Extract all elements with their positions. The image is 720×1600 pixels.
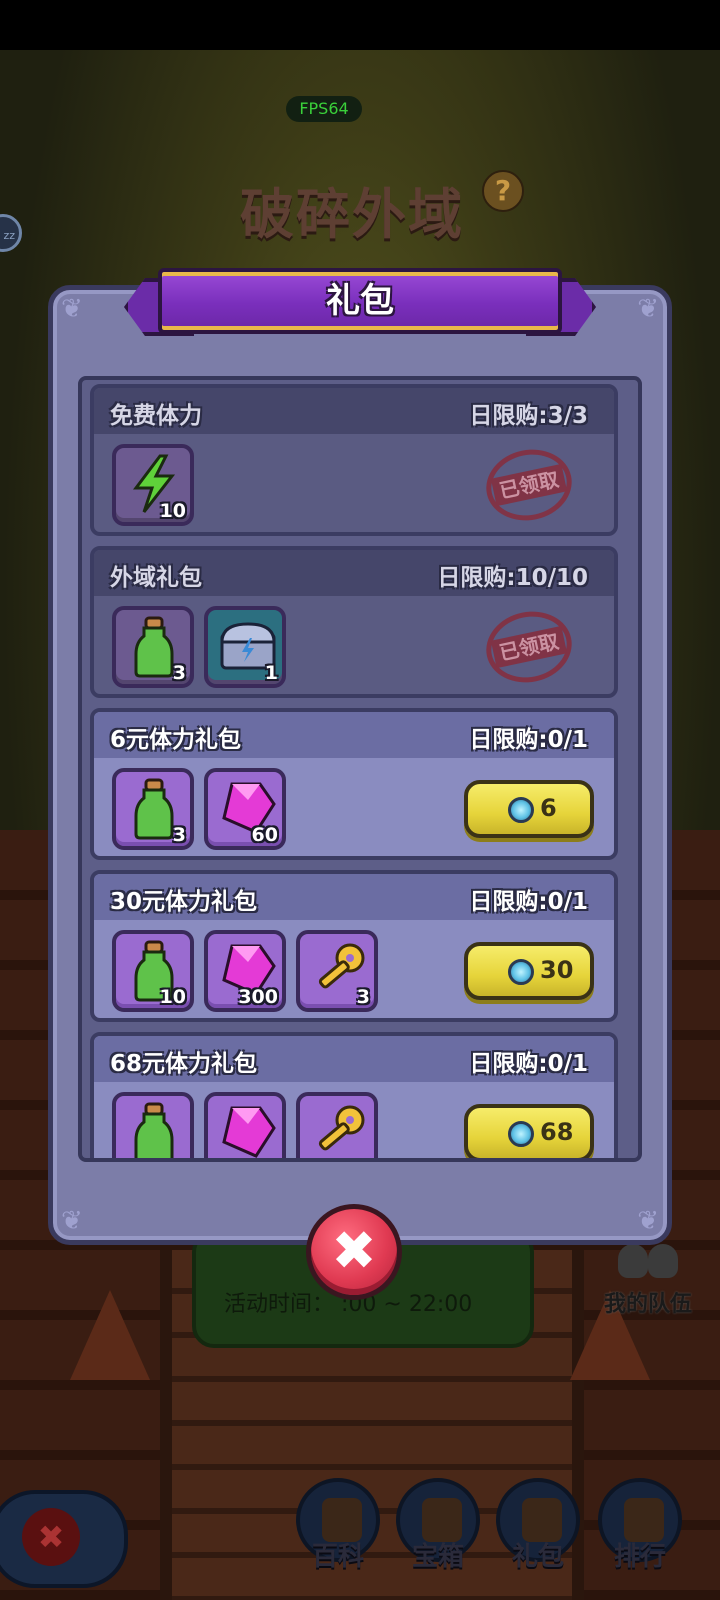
- reward-item[interactable]: 10: [112, 930, 194, 1012]
- package-card: 外域礼包 日限购:10/10 3 1 已领取: [90, 546, 618, 698]
- item-quantity: 60: [251, 824, 278, 846]
- item-quantity: 300: [238, 986, 278, 1008]
- package-limit: 日限购:10/10: [437, 565, 588, 591]
- reward-item[interactable]: 3: [296, 930, 378, 1012]
- bottom-left-panel: ✖: [0, 1490, 128, 1588]
- reward-item[interactable]: 1: [204, 606, 286, 688]
- reward-item[interactable]: 60: [204, 768, 286, 850]
- nav-label: 百科: [311, 1542, 364, 1572]
- buy-button[interactable]: 30: [464, 942, 594, 1000]
- dialog-title: 礼包: [326, 281, 394, 321]
- package-card: 免费体力 日限购:3/3 10 已领取: [90, 384, 618, 536]
- reward-item[interactable]: 300: [204, 930, 286, 1012]
- close-button[interactable]: ✖: [306, 1204, 402, 1300]
- reward-item[interactable]: 10: [112, 444, 194, 526]
- buy-button[interactable]: 6: [464, 780, 594, 838]
- item-quantity: 3: [356, 986, 370, 1008]
- package-limit: 日限购:3/3: [469, 403, 588, 429]
- fps-counter: FPS64: [286, 96, 362, 122]
- claimed-stamp: 已领取: [479, 603, 579, 691]
- price-label: 30: [540, 956, 574, 984]
- nav-label: 排行: [613, 1542, 666, 1572]
- package-name: 30元体力礼包: [110, 889, 258, 915]
- package-name: 外域礼包: [110, 565, 202, 591]
- team-label: 我的队伍: [604, 1292, 693, 1317]
- diamond-currency-icon: [508, 797, 534, 823]
- package-card: 30元体力礼包 日限购:0/1 10 300 3 30: [90, 870, 618, 1022]
- item-quantity: 1: [264, 662, 278, 684]
- nav-ranking[interactable]: 排行: [594, 1478, 686, 1573]
- package-card: 6元体力礼包 日限购:0/1 3 60 6: [90, 708, 618, 860]
- nav-encyclopedia[interactable]: 百科: [292, 1478, 384, 1573]
- item-quantity: 10: [159, 500, 186, 522]
- zone-title: 破碎外域: [240, 183, 464, 246]
- corner-ornament: ❦: [637, 294, 659, 324]
- nav-chest[interactable]: 宝箱: [392, 1478, 484, 1573]
- item-quantity: 3: [172, 662, 186, 684]
- item-quantity: 10: [159, 986, 186, 1008]
- diamond-currency-icon: [508, 1121, 534, 1147]
- reward-item[interactable]: 3: [112, 768, 194, 850]
- package-card: 68元体力礼包 日限购:0/1 68: [90, 1032, 618, 1158]
- spike-left: [70, 1290, 150, 1380]
- item-quantity: 3: [172, 824, 186, 846]
- claimed-stamp: 已领取: [479, 441, 579, 529]
- potion-icon: [134, 1102, 174, 1158]
- team-icon: [616, 1240, 680, 1284]
- reward-item[interactable]: [296, 1092, 378, 1158]
- status-bar: [0, 0, 720, 50]
- corner-ornament: ❦: [61, 294, 83, 324]
- nav-gift[interactable]: 礼包: [492, 1478, 584, 1573]
- nav-label: 礼包: [511, 1542, 564, 1572]
- package-name: 免费体力: [110, 403, 202, 429]
- package-name: 6元体力礼包: [110, 727, 242, 753]
- reward-item[interactable]: [204, 1092, 286, 1158]
- dismiss-icon[interactable]: ✖: [22, 1508, 80, 1566]
- package-list[interactable]: 免费体力 日限购:3/3 10 已领取 外域礼包 日限购:10/10 3 1 已…: [78, 376, 642, 1162]
- package-limit: 日限购:0/1: [469, 727, 588, 753]
- reward-item[interactable]: [112, 1092, 194, 1158]
- gem-icon: [222, 1106, 276, 1158]
- dialog-title-ribbon: 礼包: [158, 268, 562, 334]
- help-icon[interactable]: ?: [482, 170, 524, 212]
- corner-ornament: ❦: [61, 1206, 83, 1236]
- diamond-currency-icon: [508, 959, 534, 985]
- key-icon: [318, 1105, 365, 1151]
- package-limit: 日限购:0/1: [469, 889, 588, 915]
- reward-item[interactable]: 3: [112, 606, 194, 688]
- price-label: 68: [540, 1118, 574, 1146]
- my-team-button[interactable]: 我的队伍: [604, 1240, 692, 1318]
- package-name: 68元体力礼包: [110, 1051, 258, 1077]
- package-limit: 日限购:0/1: [469, 1051, 588, 1077]
- nav-label: 宝箱: [411, 1542, 464, 1572]
- corner-ornament: ❦: [637, 1206, 659, 1236]
- price-label: 6: [540, 794, 557, 822]
- buy-button[interactable]: 68: [464, 1104, 594, 1158]
